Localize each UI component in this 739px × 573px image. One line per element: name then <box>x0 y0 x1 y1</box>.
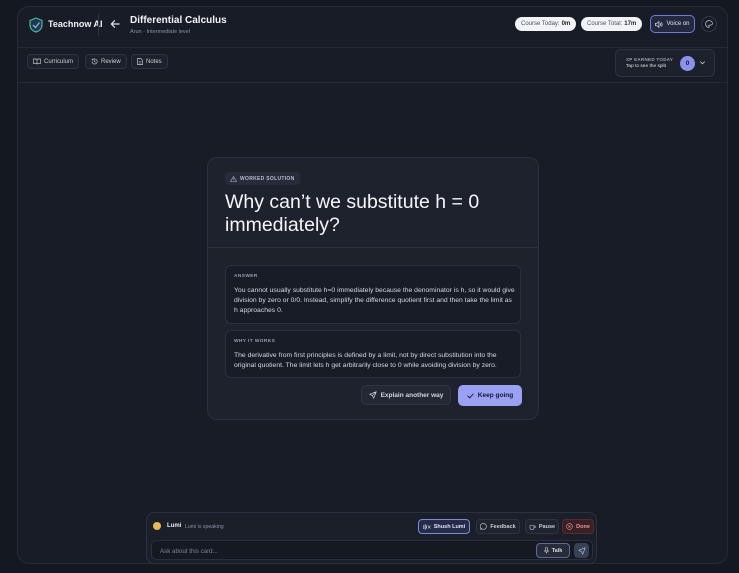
pause-button[interactable]: Pause <box>525 519 559 534</box>
book-open-icon <box>33 58 41 65</box>
shush-label: Shush Lumi <box>433 523 466 530</box>
xp-title: XP EARNED TODAY <box>626 57 674 62</box>
curriculum-button[interactable]: Curriculum <box>27 54 80 69</box>
card-question: Why can’t we substitute h = 0 immediatel… <box>225 191 480 236</box>
back-button[interactable] <box>106 15 124 33</box>
review-label: Review <box>101 58 121 65</box>
assistant-name: Lumi <box>167 523 182 529</box>
microphone-icon <box>544 547 549 554</box>
top-bar: Teachnow AI Differential Calculus Arun ·… <box>18 7 727 45</box>
explain-label: Explain another way <box>380 391 444 399</box>
notes-label: Notes <box>146 58 162 65</box>
xp-hint: Tap to see the split <box>626 64 666 69</box>
palette-icon <box>705 20 713 28</box>
header-divider <box>18 47 727 48</box>
worked-solution-card: WORKED SOLUTION Why can’t we substitute … <box>207 157 539 420</box>
send-button[interactable] <box>574 543 589 558</box>
ask-field: Talk <box>151 540 593 560</box>
curriculum-label: Curriculum <box>44 58 74 65</box>
course-today-pill: Course Today: 0m <box>515 17 577 31</box>
course-total-label: Course Total: <box>587 21 623 27</box>
assistant-status: Lumi is speaking <box>185 523 224 530</box>
message-circle-icon <box>480 523 487 530</box>
done-button[interactable]: Done <box>562 519 594 534</box>
feedback-label: Feedback <box>490 523 516 530</box>
send-arrow-icon <box>577 546 586 555</box>
answer-text: You cannot usually substitute h=0 immedi… <box>234 287 515 314</box>
speaker-icon <box>655 20 663 28</box>
shield-logo-icon <box>29 17 43 33</box>
course-today-label: Course Today: <box>521 21 560 27</box>
ask-input[interactable] <box>158 544 532 558</box>
voice-toggle-button[interactable]: Voice on <box>650 15 695 33</box>
worked-solution-badge: WORKED SOLUTION <box>225 172 300 185</box>
warning-triangle-icon <box>230 175 237 182</box>
why-text: The derivative from first principles is … <box>234 352 497 369</box>
keep-going-label: Keep going <box>477 392 514 399</box>
answer-label: ANSWER <box>234 274 258 279</box>
page-title: Differential Calculus <box>130 15 227 26</box>
course-total-pill: Course Total: 17m <box>581 17 643 31</box>
done-label: Done <box>576 523 590 530</box>
why-box: WHY IT WORKS The derivative from first p… <box>225 330 521 378</box>
theme-button[interactable] <box>701 16 717 32</box>
assistant-panel: Lumi Lumi is speaking Shush Lumi Feedbac… <box>146 512 597 564</box>
brand-name: Teachnow AI <box>48 19 103 29</box>
course-today-value: 0m <box>561 21 571 27</box>
talk-label: Talk <box>551 547 563 554</box>
voice-label: Voice on <box>666 21 690 27</box>
send-icon <box>368 391 377 399</box>
check-icon <box>467 393 474 398</box>
talk-button[interactable]: Talk <box>536 543 570 558</box>
course-total-value: 17m <box>624 21 637 27</box>
notes-button[interactable]: Notes <box>131 54 168 69</box>
page-subtitle: Arun · Intermediate level <box>130 29 190 35</box>
divider <box>98 14 99 36</box>
review-button[interactable]: Review <box>85 54 127 69</box>
keep-going-button[interactable]: Keep going <box>458 385 522 406</box>
why-label: WHY IT WORKS <box>234 339 276 344</box>
card-divider <box>208 247 538 248</box>
lumi-avatar-icon <box>153 522 161 530</box>
arrow-left-icon <box>110 20 120 28</box>
history-icon <box>91 58 98 65</box>
shush-lumi-button[interactable]: Shush Lumi <box>418 519 470 534</box>
xp-value-badge: 0 <box>680 56 695 71</box>
toolbar-divider <box>18 82 727 83</box>
explain-another-way-button[interactable]: Explain another way <box>361 385 451 405</box>
xp-summary-card[interactable]: XP EARNED TODAY Tap to see the split 0 <box>615 49 715 77</box>
pause-label: Pause <box>538 523 556 530</box>
coffee-icon <box>529 525 536 530</box>
answer-box: ANSWER You cannot usually substitute h=0… <box>225 265 521 324</box>
worked-solution-label: WORKED SOLUTION <box>240 175 295 182</box>
file-text-icon <box>137 58 143 65</box>
audio-wave-icon <box>423 523 431 530</box>
app-window: Teachnow AI Differential Calculus Arun ·… <box>17 6 728 564</box>
chevron-down-icon <box>699 61 706 65</box>
feedback-button[interactable]: Feedback <box>476 519 520 534</box>
x-circle-icon <box>566 523 573 530</box>
